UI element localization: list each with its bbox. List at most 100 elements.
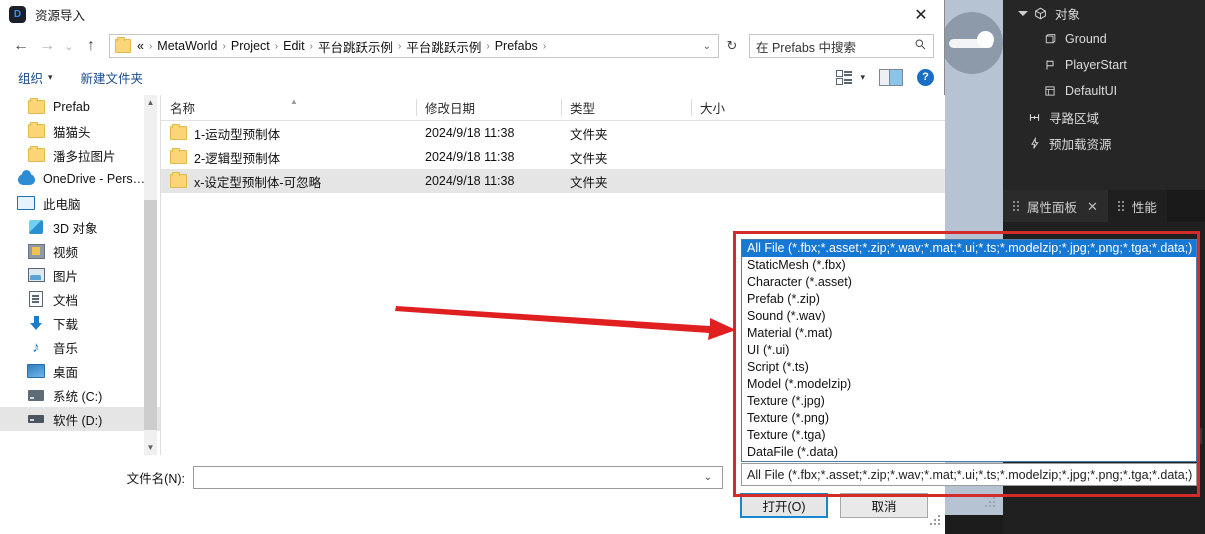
scroll-down-arrow[interactable]: ▼: [144, 440, 157, 455]
breadcrumb[interactable]: « › MetaWorld › Project › Edit › 平台跳跃示例 …: [109, 34, 719, 58]
close-icon[interactable]: ✕: [898, 0, 944, 29]
sidebar-item-catface[interactable]: 猫猫头: [0, 119, 160, 143]
filetype-option[interactable]: Prefab (*.zip): [742, 291, 1196, 308]
outliner-item-defaultui[interactable]: DefaultUI: [1003, 78, 1205, 104]
outliner-item-objects[interactable]: 对象: [1003, 0, 1205, 26]
column-date[interactable]: 修改日期: [416, 95, 561, 120]
chevron-right-icon[interactable]: ›: [310, 41, 313, 52]
sidebar-item-downloads[interactable]: 下载: [0, 311, 160, 335]
sidebar-item-pandora[interactable]: 潘多拉图片: [0, 143, 160, 167]
chevron-right-icon[interactable]: ›: [543, 41, 546, 52]
filetype-option[interactable]: UI (*.ui): [742, 342, 1196, 359]
folder-icon: [115, 37, 131, 53]
breadcrumb-item[interactable]: 平台跳跃示例: [406, 37, 481, 56]
breadcrumb-item[interactable]: Project: [231, 39, 270, 53]
filetype-option[interactable]: Material (*.mat): [742, 325, 1196, 342]
filetype-option[interactable]: DataFile (*.data): [742, 444, 1196, 461]
search-input[interactable]: 在 Prefabs 中搜索: [749, 34, 934, 58]
sidebar-item-onedrive[interactable]: OneDrive - Pers…: [0, 167, 160, 191]
recent-locations-button[interactable]: ⌄: [60, 33, 78, 59]
chevron-right-icon[interactable]: ›: [486, 41, 489, 52]
outliner-item-ground[interactable]: Ground: [1003, 26, 1205, 52]
table-row[interactable]: x-设定型预制体-可忽略 2024/9/18 11:38 文件夹: [161, 169, 945, 193]
cancel-button[interactable]: 取消: [840, 493, 928, 518]
filetype-option[interactable]: Sound (*.wav): [742, 308, 1196, 325]
organize-button[interactable]: 组织 ▾: [18, 68, 53, 87]
column-name[interactable]: 名称: [161, 95, 416, 120]
breadcrumb-item[interactable]: Prefabs: [495, 39, 538, 53]
filetype-option[interactable]: Texture (*.png): [742, 410, 1196, 427]
sidebar-item-label: 猫猫头: [53, 125, 91, 140]
this-pc-icon: [16, 195, 36, 212]
breadcrumb-item[interactable]: 平台跳跃示例: [318, 37, 393, 56]
preview-pane-icon[interactable]: [879, 68, 903, 86]
refresh-icon[interactable]: ↻: [721, 34, 743, 58]
filetype-option[interactable]: StaticMesh (*.fbx): [742, 257, 1196, 274]
scroll-up-arrow[interactable]: ▲: [144, 95, 157, 110]
column-size[interactable]: 大小: [691, 95, 771, 120]
sidebar-item-prefab[interactable]: Prefab: [0, 95, 160, 119]
back-button[interactable]: ←: [8, 33, 34, 59]
help-icon[interactable]: ?: [917, 68, 934, 86]
navigation-scrollbar[interactable]: ▲ ▼: [144, 95, 157, 455]
sidebar-item-pictures[interactable]: 图片: [0, 263, 160, 287]
scrollbar-thumb[interactable]: [144, 200, 157, 430]
open-button[interactable]: 打开(O): [740, 493, 828, 518]
sidebar-item-music[interactable]: ♪ 音乐: [0, 335, 160, 359]
forward-button[interactable]: →: [34, 33, 60, 59]
filetype-dropdown-list[interactable]: All File (*.fbx;*.asset;*.zip;*.wav;*.ma…: [741, 239, 1197, 462]
viewport-resize-grip[interactable]: [985, 497, 997, 507]
chevron-down-icon[interactable]: ▾: [860, 72, 865, 83]
outliner-item-navmesh[interactable]: 寻路区域: [1003, 104, 1205, 130]
sidebar-item-system-c[interactable]: 系统 (C:): [0, 383, 160, 407]
dialog-resize-grip[interactable]: [930, 515, 942, 527]
up-button[interactable]: ↑: [78, 33, 104, 59]
sidebar-item-label: 系统 (C:): [53, 389, 103, 404]
filetype-option[interactable]: Character (*.asset): [742, 274, 1196, 291]
breadcrumb-item[interactable]: MetaWorld: [157, 39, 217, 53]
sidebar-item-desktop[interactable]: 桌面: [0, 359, 160, 383]
filetype-option[interactable]: Model (*.modelzip): [742, 376, 1196, 393]
tab-label: 属性面板: [1027, 200, 1078, 215]
tab-properties[interactable]: 属性面板 ✕: [1003, 190, 1108, 222]
sidebar-item-documents[interactable]: 文档: [0, 287, 160, 311]
filetype-option[interactable]: Script (*.ts): [742, 359, 1196, 376]
breadcrumb-root[interactable]: «: [137, 39, 144, 53]
cube-icon: [1031, 5, 1049, 21]
chevron-down-icon[interactable]: [1017, 7, 1029, 19]
filetype-option[interactable]: All File (*.fbx;*.asset;*.zip;*.wav;*.ma…: [742, 240, 1196, 257]
sidebar-item-3d-objects[interactable]: 3D 对象: [0, 215, 160, 239]
new-folder-button[interactable]: 新建文件夹: [81, 68, 144, 87]
viewport-gizmo-icon: [941, 12, 1003, 74]
table-row[interactable]: 2-逻辑型预制体 2024/9/18 11:38 文件夹: [161, 145, 945, 169]
breadcrumb-item[interactable]: Edit: [283, 39, 305, 53]
filetype-option[interactable]: Texture (*.tga): [742, 427, 1196, 444]
chevron-down-icon[interactable]: ⌄: [696, 41, 718, 52]
filetype-option[interactable]: Texture (*.jpg): [742, 393, 1196, 410]
drag-handle-icon[interactable]: [1013, 200, 1020, 212]
chevron-down-icon[interactable]: ⌄: [698, 472, 718, 483]
view-layout-icon[interactable]: [836, 70, 853, 85]
sidebar-item-software-d[interactable]: 软件 (D:): [0, 407, 160, 431]
chevron-right-icon[interactable]: ›: [275, 41, 278, 52]
chevron-right-icon[interactable]: ›: [223, 41, 226, 52]
close-icon[interactable]: ✕: [1087, 200, 1098, 213]
tab-performance[interactable]: 性能: [1107, 190, 1167, 222]
outliner-label: DefaultUI: [1065, 84, 1118, 98]
panel-scrollbar[interactable]: [1199, 428, 1202, 444]
filename-label: 文件名(N):: [126, 471, 185, 486]
chevron-right-icon[interactable]: ›: [149, 41, 152, 52]
drag-handle-icon[interactable]: [1117, 200, 1125, 212]
sidebar-item-videos[interactable]: 视频: [0, 239, 160, 263]
sidebar-item-this-pc[interactable]: 此电脑: [0, 191, 160, 215]
dialog-titlebar: D 资源导入 ✕: [0, 0, 944, 29]
outliner-item-playerstart[interactable]: PlayerStart: [1003, 52, 1205, 78]
outliner-item-preload[interactable]: 预加载资源: [1003, 130, 1205, 156]
navigation-pane: Prefab 猫猫头 潘多拉图片 OneDrive - Pers… 此电脑 3D…: [0, 95, 160, 455]
table-row[interactable]: 1-运动型预制体 2024/9/18 11:38 文件夹: [161, 121, 945, 145]
filetype-combobox[interactable]: All File (*.fbx;*.asset;*.zip;*.wav;*.ma…: [741, 463, 1197, 486]
filename-input[interactable]: ⌄: [193, 465, 723, 489]
column-type[interactable]: 类型: [561, 95, 691, 120]
chevron-right-icon[interactable]: ›: [398, 41, 401, 52]
chevron-down-icon[interactable]: ▾: [48, 72, 53, 83]
